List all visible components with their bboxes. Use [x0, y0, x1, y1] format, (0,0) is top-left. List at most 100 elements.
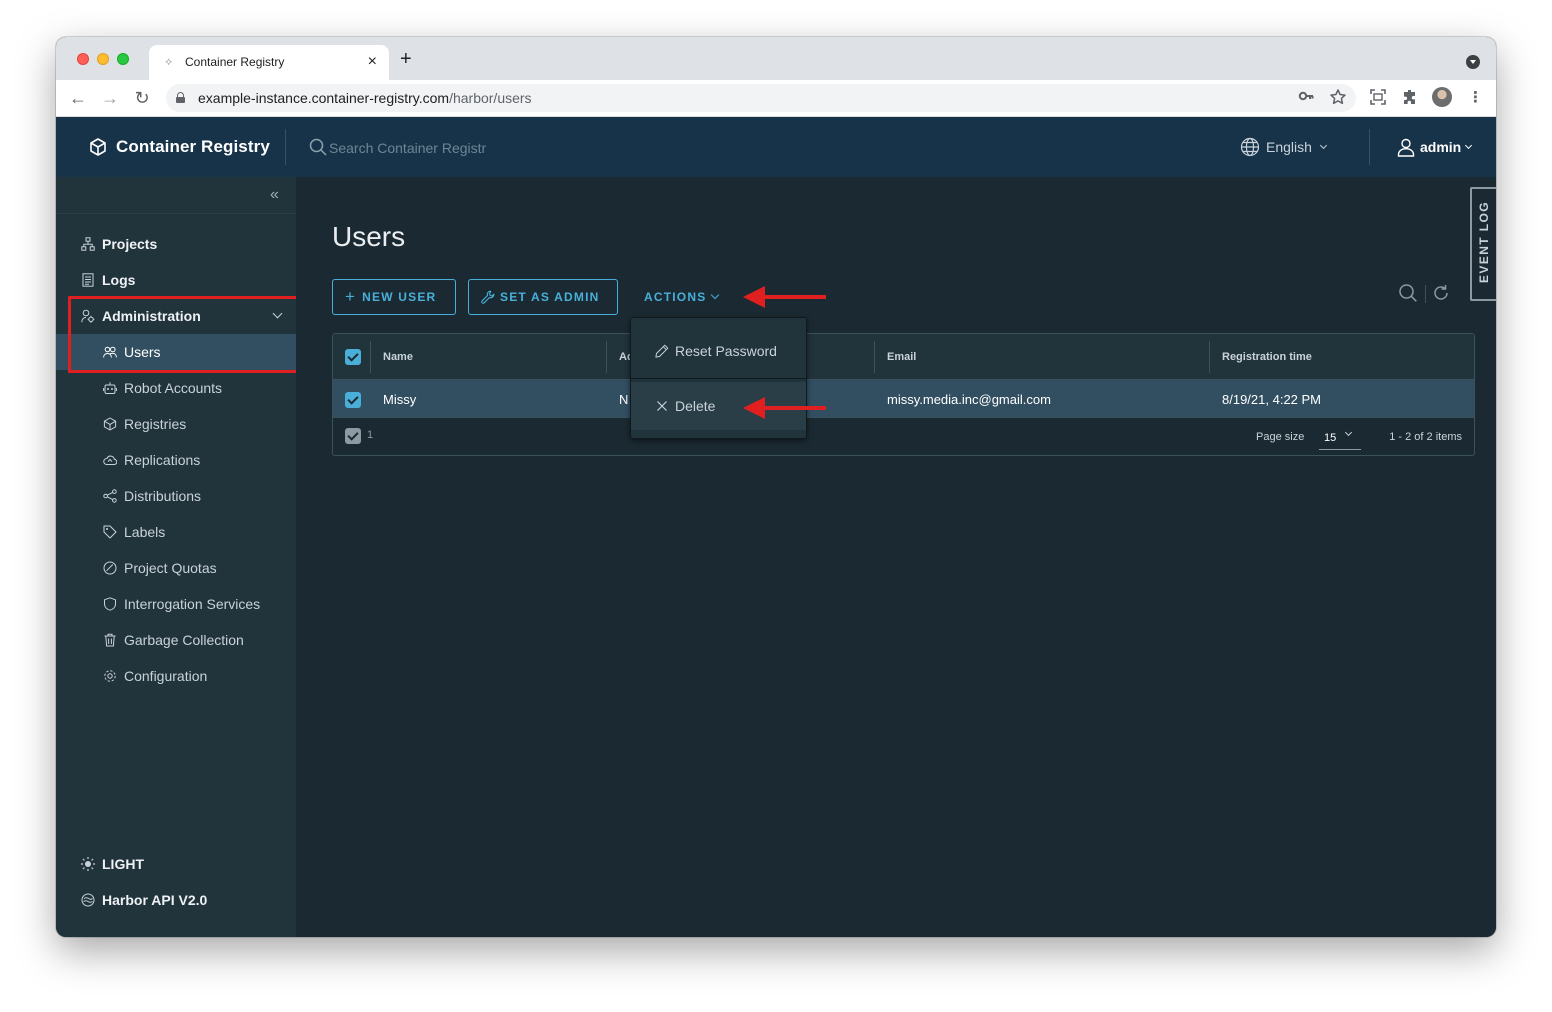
- column-header-registration-time[interactable]: Registration time: [1222, 334, 1312, 380]
- cell-registration-time: 8/19/21, 4:22 PM: [1222, 391, 1322, 407]
- search-icon[interactable]: [1398, 283, 1418, 303]
- chevron-down-icon: [1319, 141, 1327, 150]
- search-input[interactable]: [329, 136, 549, 160]
- users-table: Name Ad Email Registration time Missy N …: [332, 333, 1475, 456]
- sidebar-item-robot-accounts[interactable]: Robot Accounts: [56, 370, 296, 406]
- selected-count: 1: [367, 429, 374, 441]
- reset-password-label: Reset Password: [675, 343, 777, 359]
- bookmark-star-icon[interactable]: [1329, 88, 1347, 111]
- table-row[interactable]: Missy N missy.media.inc@gmail.com 8/19/2…: [333, 380, 1474, 418]
- sidebar-item-labels[interactable]: Labels: [56, 514, 296, 550]
- quota-icon: [103, 561, 117, 575]
- page-size-label: Page size: [1256, 431, 1305, 443]
- tab-search-icon[interactable]: [1466, 55, 1480, 69]
- browser-tab[interactable]: ⟡ Container Registry ×: [149, 45, 389, 80]
- global-search: [309, 136, 569, 160]
- table-footer: 1 Page size 15 1 - 2 of 2 items: [333, 419, 1474, 456]
- browser-toolbar: ← → ↻ example-instance.container-registr…: [56, 80, 1496, 117]
- column-header-email[interactable]: Email: [887, 334, 916, 380]
- sidebar-item-label: Registries: [124, 416, 187, 432]
- sidebar-item-projects[interactable]: Projects: [56, 226, 296, 262]
- zoom-window-button[interactable]: [117, 53, 129, 65]
- pagination-range: 1 - 2 of 2 items: [1389, 431, 1462, 443]
- wrench-icon: [481, 290, 495, 304]
- select-all-checkbox[interactable]: [345, 349, 361, 365]
- page-size-select[interactable]: 15: [1319, 426, 1361, 450]
- chevron-down-icon: [1465, 141, 1473, 150]
- sidebar-item-registries[interactable]: Registries: [56, 406, 296, 442]
- browser-tabstrip: ⟡ Container Registry × +: [56, 37, 1496, 80]
- key-icon[interactable]: [1298, 88, 1314, 109]
- chevron-down-icon: [272, 308, 283, 319]
- lock-icon[interactable]: [176, 92, 185, 103]
- new-user-label: NEW USER: [362, 290, 437, 304]
- browser-menu-icon[interactable]: ⋮: [1468, 88, 1483, 108]
- column-separator: [1209, 341, 1210, 373]
- gear-icon: [103, 669, 117, 683]
- close-window-button[interactable]: [77, 53, 89, 65]
- sidebar-item-replications[interactable]: Replications: [56, 442, 296, 478]
- page-title: Users: [332, 221, 406, 252]
- column-header-name[interactable]: Name: [383, 334, 413, 380]
- sidebar-item-label: Interrogation Services: [124, 596, 261, 612]
- tab-favicon-icon: ⟡: [165, 56, 173, 68]
- divider: [56, 213, 296, 214]
- sidebar-item-label: Replications: [124, 452, 201, 468]
- tab-title: Container Registry: [185, 55, 285, 69]
- sidebar-item-logs[interactable]: Logs: [56, 262, 296, 298]
- sidebar-item-garbage-collection[interactable]: Garbage Collection: [56, 622, 296, 658]
- sidebar: « Projects Logs Administration Users Rob…: [56, 177, 303, 937]
- actions-menu: Reset Password Delete: [630, 317, 807, 439]
- new-tab-icon[interactable]: +: [400, 49, 412, 69]
- sidebar-item-label: Projects: [102, 236, 158, 252]
- sidebar-item-label: Users: [124, 344, 161, 360]
- row-checkbox[interactable]: [345, 392, 361, 408]
- theme-toggle-label: LIGHT: [102, 856, 144, 872]
- sidebar-item-configuration[interactable]: Configuration: [56, 658, 296, 694]
- pencil-icon: [655, 344, 669, 358]
- divider: [1425, 285, 1426, 303]
- sidebar-item-label: Robot Accounts: [124, 380, 223, 396]
- back-icon[interactable]: ←: [67, 87, 89, 109]
- sidebar-item-administration[interactable]: Administration: [56, 298, 296, 334]
- sidebar-item-label: Configuration: [124, 668, 208, 684]
- theme-toggle[interactable]: LIGHT: [56, 846, 296, 882]
- set-as-admin-button[interactable]: SET AS ADMIN: [468, 279, 618, 315]
- annotation-arrow: [743, 286, 826, 308]
- new-user-button[interactable]: + NEW USER: [332, 279, 456, 315]
- annotation-arrow: [743, 397, 826, 419]
- globe-icon: [1240, 137, 1260, 157]
- sidebar-item-users[interactable]: Users: [56, 334, 296, 370]
- reload-icon[interactable]: ↻: [131, 87, 153, 109]
- tab-close-icon[interactable]: ×: [368, 52, 377, 72]
- refresh-icon[interactable]: [1431, 283, 1451, 303]
- event-log-tab[interactable]: EVENT LOG: [1470, 187, 1496, 301]
- sidebar-item-label: Administration: [102, 308, 201, 324]
- language-selector[interactable]: English: [1240, 136, 1327, 158]
- cell-name: Missy: [383, 391, 417, 407]
- table-header: Name Ad Email Registration time: [333, 334, 1474, 380]
- minimize-window-button[interactable]: [97, 53, 109, 65]
- robot-icon: [103, 381, 117, 395]
- collapse-sidebar-icon[interactable]: «: [270, 187, 279, 203]
- username-label: admin: [1420, 139, 1462, 155]
- app-title[interactable]: Container Registry: [116, 137, 270, 157]
- menu-item-reset-password[interactable]: Reset Password: [631, 327, 806, 375]
- extensions-icon[interactable]: [1401, 88, 1419, 112]
- address-bar[interactable]: example-instance.container-registry.com/…: [166, 84, 1356, 112]
- main-content: Users + NEW USER SET AS ADMIN ACTIONS Na…: [296, 177, 1496, 937]
- sidebar-item-project-quotas[interactable]: Project Quotas: [56, 550, 296, 586]
- user-icon: [1397, 138, 1415, 157]
- harbor-api-link[interactable]: Harbor API V2.0: [56, 882, 296, 918]
- sidebar-item-label: Logs: [102, 272, 136, 288]
- registries-icon: [103, 417, 117, 431]
- sidebar-item-interrogation-services[interactable]: Interrogation Services: [56, 586, 296, 622]
- user-menu[interactable]: admin: [1396, 136, 1473, 158]
- sidebar-item-distributions[interactable]: Distributions: [56, 478, 296, 514]
- profile-avatar[interactable]: [1432, 87, 1452, 107]
- screen-capture-icon[interactable]: [1369, 88, 1387, 112]
- app-header: Container Registry English admin: [56, 117, 1496, 177]
- forward-icon[interactable]: →: [99, 87, 121, 109]
- sun-icon: [81, 857, 95, 871]
- actions-dropdown-button[interactable]: ACTIONS: [644, 279, 720, 315]
